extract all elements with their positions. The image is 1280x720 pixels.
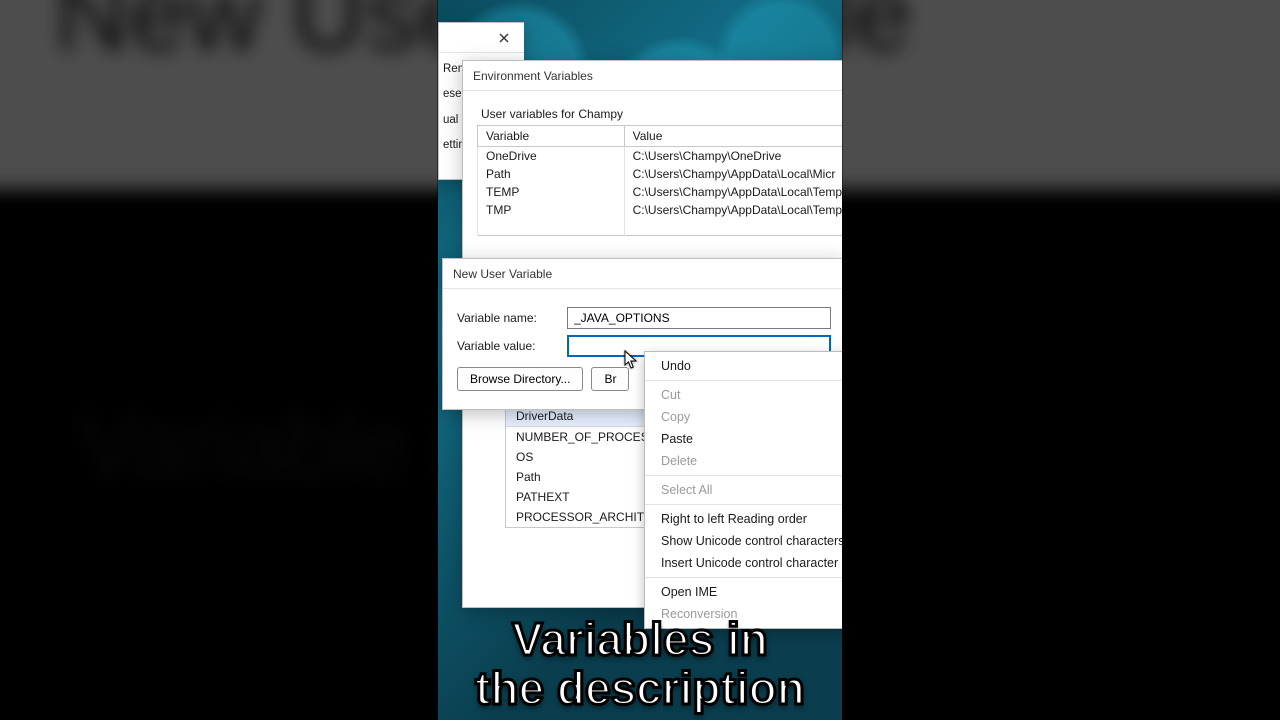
table-row[interactable]: TMPC:\Users\Champy\AppData\Local\Temp xyxy=(478,201,843,219)
close-icon[interactable] xyxy=(484,24,524,52)
user-vars-label: User variables for Champy xyxy=(481,107,842,121)
context-menu-item: Delete xyxy=(645,450,842,472)
table-row[interactable]: OneDriveC:\Users\Champy\OneDrive xyxy=(478,147,843,166)
context-menu-item[interactable]: Show Unicode control characters xyxy=(645,530,842,552)
context-menu-item[interactable]: Right to left Reading order xyxy=(645,508,842,530)
context-menu-item: Cut xyxy=(645,384,842,406)
variable-value-label: Variable value: xyxy=(457,339,557,353)
context-menu[interactable]: Undo CutCopyPasteDelete Select All Right to… xyxy=(644,351,842,629)
user-vars-table[interactable]: Variable Value OneDriveC:\Users\Champy\O… xyxy=(477,125,842,236)
context-menu-item: Reconversion xyxy=(645,603,842,625)
col-variable[interactable]: Variable xyxy=(478,126,625,147)
table-row[interactable]: TEMPC:\Users\Champy\AppData\Local\Temp xyxy=(478,183,843,201)
variable-name-input[interactable] xyxy=(567,307,831,329)
context-menu-item[interactable]: Insert Unicode control character xyxy=(645,552,842,574)
context-menu-item[interactable]: Open IME xyxy=(645,581,842,603)
mouse-cursor-icon xyxy=(624,350,638,370)
context-menu-item[interactable]: Paste xyxy=(645,428,842,450)
browse-directory-button[interactable]: Browse Directory... xyxy=(457,367,583,391)
table-row[interactable]: PathC:\Users\Champy\AppData\Local\Micr xyxy=(478,165,843,183)
center-column: Rem ese c ual m ettin Environment Variab… xyxy=(438,0,842,720)
dialog-title: Environment Variables xyxy=(473,69,842,83)
context-menu-item[interactable]: Undo xyxy=(645,355,842,377)
dialog-title: New User Variable xyxy=(453,267,839,281)
context-menu-item: Copy xyxy=(645,406,842,428)
browse-file-button[interactable]: Br xyxy=(591,367,629,391)
variable-name-label: Variable name: xyxy=(457,311,557,325)
context-menu-item: Select All xyxy=(645,479,842,501)
col-value[interactable]: Value xyxy=(624,126,842,147)
